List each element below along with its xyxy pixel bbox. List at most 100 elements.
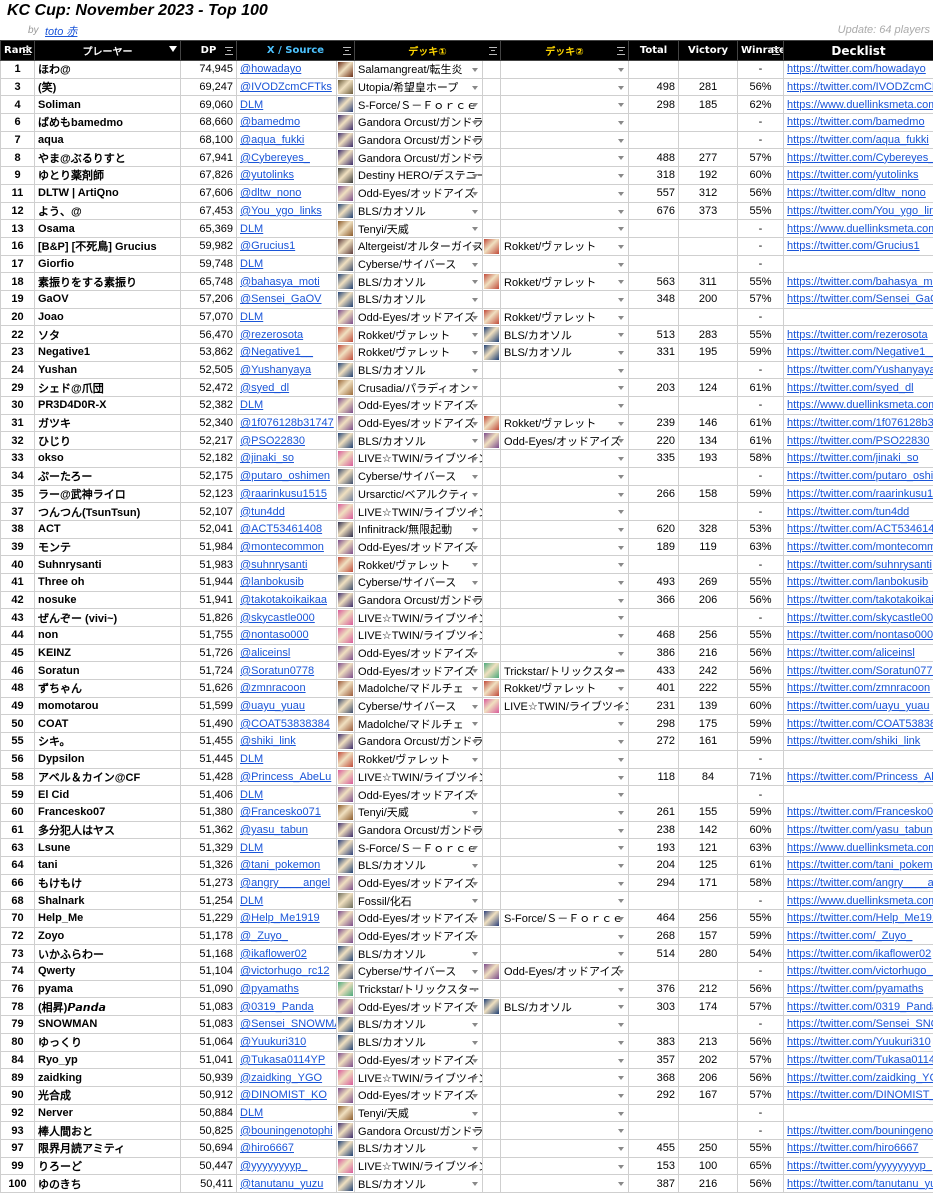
dropdown-arrow-icon[interactable] bbox=[472, 1129, 479, 1134]
dropdown-arrow-icon[interactable] bbox=[472, 687, 479, 692]
dropdown-arrow-icon[interactable] bbox=[472, 1111, 479, 1116]
filter-icon[interactable] bbox=[23, 47, 31, 55]
decklist-link[interactable]: https://twitter.com/Grucius1 bbox=[783, 236, 933, 256]
deck2-select[interactable] bbox=[500, 113, 630, 132]
dropdown-arrow-icon[interactable] bbox=[472, 510, 479, 515]
dropdown-arrow-icon[interactable] bbox=[618, 917, 625, 921]
dropdown-arrow-icon[interactable] bbox=[472, 987, 479, 992]
deck2-select[interactable] bbox=[500, 1156, 630, 1176]
deck1-select[interactable]: BLS/カオソル bbox=[354, 431, 484, 451]
dropdown-arrow-icon[interactable] bbox=[618, 68, 625, 72]
source-link[interactable]: @montecommon bbox=[236, 537, 337, 557]
deck2-select[interactable] bbox=[500, 77, 630, 97]
deck2-select[interactable] bbox=[500, 838, 630, 857]
dropdown-arrow-icon[interactable] bbox=[472, 1146, 479, 1151]
deck1-select[interactable]: Odd-Eyes/オッドアイズ bbox=[354, 643, 484, 663]
dropdown-arrow-icon[interactable] bbox=[618, 457, 625, 462]
source-link[interactable]: @howadayo bbox=[236, 60, 337, 79]
dropdown-arrow-icon[interactable] bbox=[472, 1164, 479, 1169]
decklist-link[interactable]: https://www.duellinksmeta.com bbox=[783, 95, 933, 115]
dropdown-arrow-icon[interactable] bbox=[618, 1111, 625, 1116]
deck1-select[interactable]: Destiny HERO/デステニー bbox=[354, 166, 484, 185]
source-link[interactable]: @tanutanu_yuzu bbox=[236, 1174, 337, 1193]
dropdown-arrow-icon[interactable] bbox=[618, 209, 625, 214]
source-link[interactable]: @bahasya_moti bbox=[236, 272, 337, 291]
source-link[interactable]: @Soratun0778 bbox=[236, 661, 337, 681]
decklist-link[interactable]: https://twitter.com/Sensei_SNOWMAN bbox=[783, 1015, 933, 1034]
dropdown-arrow-icon[interactable] bbox=[618, 85, 625, 90]
deck1-select[interactable]: BLS/カオソル bbox=[354, 289, 484, 309]
source-link[interactable]: @You_ygo_links bbox=[236, 201, 337, 221]
dropdown-arrow-icon[interactable] bbox=[472, 280, 479, 285]
source-link[interactable]: @rezerosota bbox=[236, 325, 337, 344]
source-link[interactable]: @Sensei_SNOWMAN bbox=[236, 1015, 337, 1034]
dropdown-arrow-icon[interactable] bbox=[618, 952, 625, 957]
decklist-link[interactable]: https://twitter.com/COAT53838384 bbox=[783, 714, 933, 734]
deck1-select[interactable]: S-Force/Ｓ－Ｆｏｒｃｅ bbox=[354, 95, 484, 115]
dropdown-arrow-icon[interactable] bbox=[472, 1023, 479, 1028]
dropdown-arrow-icon[interactable] bbox=[472, 1005, 479, 1010]
deck2-select[interactable]: BLS/カオソル bbox=[500, 343, 630, 362]
dropdown-arrow-icon[interactable] bbox=[472, 846, 479, 851]
deck2-select[interactable]: Rokket/ヴァレット bbox=[500, 272, 630, 291]
deck2-select[interactable] bbox=[500, 1015, 630, 1034]
decklist-link[interactable]: https://twitter.com/zaidking_YGO bbox=[783, 1068, 933, 1087]
source-link[interactable]: DLM bbox=[236, 749, 337, 769]
dropdown-arrow-icon[interactable] bbox=[618, 863, 625, 868]
dropdown-arrow-icon[interactable] bbox=[618, 174, 625, 179]
col-header-dp[interactable]: DP bbox=[180, 40, 237, 61]
dropdown-arrow-icon[interactable] bbox=[618, 722, 625, 727]
source-link[interactable]: @zaidking_YGO bbox=[236, 1068, 337, 1087]
decklist-link[interactable]: https://twitter.com/dltw_nono bbox=[783, 183, 933, 203]
deck1-select[interactable]: BLS/カオソル bbox=[354, 1174, 484, 1193]
deck2-select[interactable] bbox=[500, 484, 630, 504]
deck2-select[interactable]: Rokket/ヴァレット bbox=[500, 679, 630, 698]
decklist-link[interactable]: https://twitter.com/tanutanu_yuzu bbox=[783, 1174, 933, 1193]
dropdown-arrow-icon[interactable] bbox=[472, 244, 479, 249]
deck1-select[interactable]: Odd-Eyes/オッドアイズ bbox=[354, 785, 484, 804]
dropdown-arrow-icon[interactable] bbox=[618, 1005, 625, 1010]
deck1-select[interactable]: BLS/カオソル bbox=[354, 1015, 484, 1034]
dropdown-arrow-icon[interactable] bbox=[472, 545, 479, 550]
source-link[interactable]: DLM bbox=[236, 396, 337, 415]
source-link[interactable]: @IVODZcmCFTks bbox=[236, 77, 337, 97]
source-link[interactable]: @Yushanyaya bbox=[236, 360, 337, 380]
decklist-link[interactable]: https://www.duellinksmeta.com bbox=[783, 891, 933, 910]
dropdown-arrow-icon[interactable] bbox=[618, 138, 625, 143]
deck1-select[interactable]: LIVE☆TWIN/ライブツイン bbox=[354, 1068, 484, 1087]
source-link[interactable]: @yasu_tabun bbox=[236, 820, 337, 840]
dropdown-arrow-icon[interactable] bbox=[618, 970, 625, 975]
dropdown-arrow-icon[interactable] bbox=[618, 315, 625, 320]
dropdown-arrow-icon[interactable] bbox=[618, 404, 625, 409]
dropdown-arrow-icon[interactable] bbox=[618, 1164, 625, 1169]
source-link[interactable]: @takotakoikaikaa bbox=[236, 590, 337, 610]
decklist-link[interactable]: https://twitter.com/1f076128b31747 bbox=[783, 413, 933, 433]
deck1-select[interactable]: Odd-Eyes/オッドアイズ bbox=[354, 396, 484, 415]
deck1-select[interactable]: Madolche/マドルチェ bbox=[354, 714, 484, 734]
source-link[interactable]: @shiki_link bbox=[236, 732, 337, 751]
dropdown-arrow-icon[interactable] bbox=[618, 987, 625, 992]
deck1-select[interactable]: Altergeist/オルターガイスト bbox=[354, 236, 484, 256]
deck1-select[interactable]: Gandora Orcust/ガンドラ bbox=[354, 148, 484, 168]
source-link[interactable]: @tun4dd bbox=[236, 502, 337, 521]
dropdown-arrow-icon[interactable] bbox=[618, 793, 625, 798]
deck1-select[interactable]: Rokket/ヴァレット bbox=[354, 555, 484, 574]
source-link[interactable]: @Princess_AbeLu bbox=[236, 767, 337, 787]
deck2-select[interactable]: Rokket/ヴァレット bbox=[500, 307, 630, 327]
dropdown-arrow-icon[interactable] bbox=[618, 846, 625, 851]
deck1-select[interactable]: Cyberse/サイバース bbox=[354, 696, 484, 716]
decklist-link[interactable]: https://twitter.com/victorhugo_rc12 bbox=[783, 962, 933, 981]
dropdown-arrow-icon[interactable] bbox=[472, 227, 479, 232]
source-link[interactable]: @aqua_fukki bbox=[236, 130, 337, 150]
source-link[interactable]: @jinaki_so bbox=[236, 449, 337, 468]
filter-icon[interactable] bbox=[617, 47, 626, 55]
source-link[interactable]: @DINOMIST_KO bbox=[236, 1085, 337, 1105]
dropdown-arrow-icon[interactable] bbox=[472, 616, 479, 621]
source-link[interactable]: @COAT53838384 bbox=[236, 714, 337, 734]
deck1-select[interactable]: Odd-Eyes/オッドアイズ bbox=[354, 537, 484, 557]
dropdown-arrow-icon[interactable] bbox=[472, 156, 479, 161]
dropdown-arrow-icon[interactable] bbox=[472, 262, 479, 267]
source-link[interactable]: @zmnracoon bbox=[236, 679, 337, 698]
decklist-link[interactable]: https://twitter.com/angry____angel bbox=[783, 873, 933, 893]
col-header-decklist[interactable]: Decklist bbox=[783, 40, 933, 61]
